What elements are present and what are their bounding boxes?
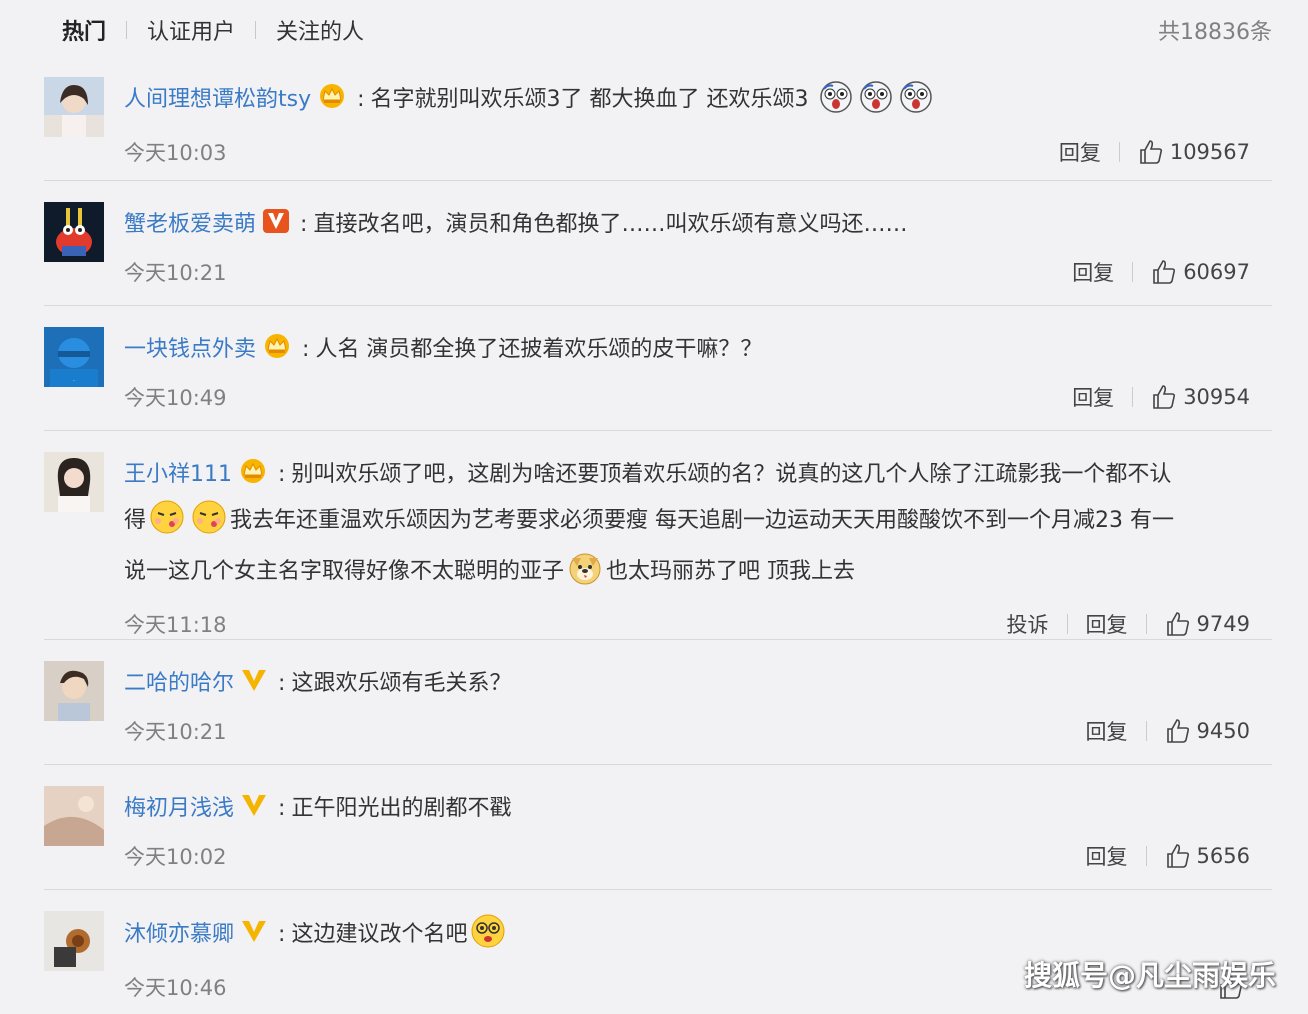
- crown-icon: [262, 332, 292, 374]
- like-button[interactable]: 9450: [1165, 718, 1250, 744]
- reply-button[interactable]: 回复: [1072, 257, 1114, 287]
- avatar[interactable]: [44, 452, 104, 512]
- total-count: 共18836条: [1158, 20, 1272, 45]
- yellow-v-icon: [240, 917, 268, 959]
- watermark: 搜狐号@凡尘雨娱乐: [1023, 959, 1276, 992]
- like-button[interactable]: 109567: [1138, 139, 1250, 165]
- comment-time: 今天10:21: [124, 261, 227, 285]
- scared-face-emoji: [859, 80, 893, 129]
- username[interactable]: 二哈的哈尔: [124, 671, 234, 696]
- crown-icon: [238, 457, 268, 499]
- vip-v-icon: [262, 207, 290, 249]
- thumbs-up-icon: [1153, 260, 1176, 284]
- username[interactable]: 人间理想谭松韵tsy: [124, 87, 311, 112]
- svg-text:.: .: [73, 376, 75, 383]
- comment-text: 得: [124, 508, 147, 533]
- reply-button[interactable]: 回复: [1086, 716, 1128, 746]
- avatar[interactable]: [44, 786, 104, 846]
- tab-divider: [255, 21, 257, 39]
- comment-text: 也太玛丽苏了吧 顶我上去: [606, 559, 856, 584]
- comment-text: 这跟欢乐颂有毛关系？: [291, 671, 512, 696]
- like-count: 109567: [1169, 140, 1250, 164]
- reply-button[interactable]: 回复: [1086, 609, 1128, 639]
- thumbs-up-icon: [1166, 844, 1189, 868]
- username[interactable]: 沐倾亦慕卿: [124, 922, 234, 947]
- like-count: 9749: [1196, 612, 1250, 636]
- comment-item: 二哈的哈尔: 这跟欢乐颂有毛关系？ 今天10:21 回复 9450: [44, 640, 1272, 765]
- comment-time: 今天10:02: [124, 845, 227, 869]
- comment-item: 王小祥111: 别叫欢乐颂了吧，这剧为啥还要顶着欢乐颂的名？说真的这几个人除了江疏…: [44, 431, 1272, 640]
- comment-time: 今天10:21: [124, 720, 227, 744]
- comment-time: 今天10:49: [124, 386, 227, 410]
- scared-face-emoji: [899, 80, 933, 129]
- avatar[interactable]: [44, 77, 104, 137]
- comment-text: 直接改名吧，演员和角色都换了……叫欢乐颂有意义吗还……: [313, 212, 908, 237]
- reply-button[interactable]: 回复: [1059, 137, 1101, 167]
- comment-time: 今天10:03: [124, 141, 227, 165]
- comment-text: 这边建议改个名吧: [291, 922, 468, 947]
- username[interactable]: 梅初月浅浅: [124, 796, 234, 821]
- comment-text: 人名 演员都全换了还披着欢乐颂的皮干嘛？？: [315, 337, 763, 362]
- like-count: 9450: [1196, 719, 1250, 743]
- avatar[interactable]: .: [44, 327, 104, 387]
- comment-time: 今天10:46: [124, 976, 227, 1000]
- doge-face-emoji: [567, 550, 603, 601]
- yellow-v-icon: [240, 666, 268, 708]
- comment-text: 说一这几个女主名字取得好像不太聪明的亚子: [124, 559, 565, 584]
- reply-button[interactable]: 回复: [1086, 841, 1128, 871]
- dizzy-face-emoji: [470, 913, 506, 964]
- comment-item: 沐倾亦慕卿: 这边建议改个名吧 今天10:46: [44, 890, 1272, 1014]
- comment-item: 蟹老板爱卖萌: 直接改名吧，演员和角色都换了……叫欢乐颂有意义吗还…… 今天10:…: [44, 181, 1272, 306]
- comment-text: 正午阳光出的剧都不戳: [291, 796, 512, 821]
- yellow-v-icon: [240, 791, 268, 833]
- comment-item: 梅初月浅浅: 正午阳光出的剧都不戳 今天10:02 回复 5656: [44, 765, 1272, 890]
- scared-face-emoji: [819, 80, 853, 129]
- like-button[interactable]: 5656: [1165, 843, 1250, 869]
- thumbs-up-icon: [1166, 612, 1189, 636]
- avatar[interactable]: [44, 911, 104, 971]
- reply-button[interactable]: 回复: [1072, 382, 1114, 412]
- comment-item: . 一块钱点外卖: 人名 演员都全换了还披着欢乐颂的皮干嘛？？ 今天10:49 回…: [44, 306, 1272, 431]
- like-button[interactable]: 9749: [1165, 611, 1250, 637]
- username[interactable]: 王小祥111: [124, 462, 232, 487]
- tab-divider: [126, 21, 128, 39]
- comment-text: 名字就别叫欢乐颂3了 都大换血了 还欢乐颂3: [370, 87, 809, 112]
- thumbs-up-icon: [1140, 140, 1162, 164]
- avatar[interactable]: [44, 202, 104, 262]
- comment-time: 今天11:18: [124, 613, 227, 637]
- like-count: 5656: [1196, 844, 1250, 868]
- like-count: 30954: [1183, 385, 1250, 409]
- comment-item: 人间理想谭松韵tsy: 名字就别叫欢乐颂3了 都大换血了 还欢乐颂3 今天10:0…: [44, 56, 1272, 181]
- thumbs-up-icon: [1153, 385, 1176, 409]
- tab-following[interactable]: 关注的人: [276, 14, 364, 46]
- comment-filter-tabs: 热门 认证用户 关注的人 共18836条: [62, 12, 1272, 48]
- comment-text: 别叫欢乐颂了吧，这剧为啥还要顶着欢乐颂的名？说真的这几个人除了江疏影我一个都不认: [291, 462, 1172, 487]
- like-button[interactable]: 60697: [1151, 259, 1250, 285]
- like-button[interactable]: 30954: [1151, 384, 1250, 410]
- tab-hot[interactable]: 热门: [62, 14, 106, 46]
- report-button[interactable]: 投诉: [1007, 609, 1049, 639]
- kiss-face-emoji: [149, 499, 185, 550]
- comment-text: 我去年还重温欢乐颂因为艺考要求必须要瘦 每天追剧一边运动天天用酸酸饮不到一个月减…: [230, 508, 1174, 533]
- avatar[interactable]: [44, 661, 104, 721]
- thumbs-up-icon: [1166, 719, 1189, 743]
- kiss-face-emoji: [191, 499, 227, 550]
- username[interactable]: 一块钱点外卖: [124, 337, 256, 362]
- crown-icon: [317, 82, 347, 124]
- comment-list: 人间理想谭松韵tsy: 名字就别叫欢乐颂3了 都大换血了 还欢乐颂3 今天10:0…: [44, 56, 1272, 1014]
- tab-verified-users[interactable]: 认证用户: [147, 14, 235, 46]
- username[interactable]: 蟹老板爱卖萌: [124, 212, 256, 237]
- like-count: 60697: [1183, 260, 1250, 284]
